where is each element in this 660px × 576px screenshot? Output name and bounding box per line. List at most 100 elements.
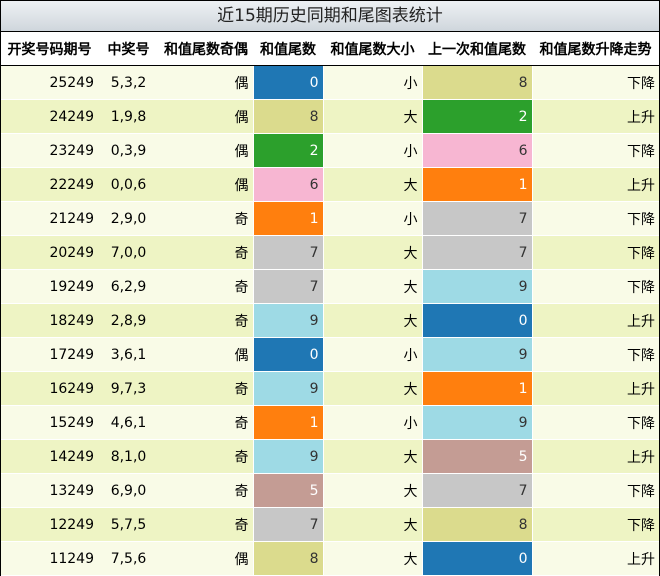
cell-numbers: 6,2,9 [98, 269, 159, 304]
table-row: 22249 0,0,6 偶 6 大 1 上升 [1, 167, 659, 202]
cell-prev-tail: 9 [421, 405, 533, 440]
header-parity: 和值尾数奇偶 [159, 32, 253, 66]
cell-prev-tail: 8 [421, 65, 533, 100]
cell-numbers: 7,0,0 [98, 235, 159, 270]
cell-trend: 上升 [532, 371, 659, 406]
cell-tail: 9 [252, 439, 324, 474]
cell-issue: 17249 [1, 337, 98, 372]
cell-numbers: 8,1,0 [98, 439, 159, 474]
cell-tail: 2 [252, 133, 324, 168]
cell-numbers: 2,9,0 [98, 201, 159, 236]
cell-tail: 9 [252, 303, 324, 338]
sum-tail-table: 开奖号码期号 中奖号 和值尾数奇偶 和值尾数 和值尾数大小 上一次和值尾数 和值… [1, 32, 659, 576]
cell-parity: 奇 [159, 405, 253, 440]
cell-tail: 5 [252, 473, 324, 508]
cell-prev-tail: 1 [421, 167, 533, 202]
cell-numbers: 3,6,1 [98, 337, 159, 372]
cell-issue: 24249 [1, 99, 98, 134]
table-row: 23249 0,3,9 偶 2 小 6 下降 [1, 133, 659, 168]
cell-parity: 奇 [159, 201, 253, 236]
cell-issue: 19249 [1, 269, 98, 304]
cell-prev-tail: 1 [421, 371, 533, 406]
cell-tail: 8 [252, 541, 324, 576]
table-row: 17249 3,6,1 偶 0 小 9 下降 [1, 337, 659, 372]
cell-tail: 9 [252, 371, 324, 406]
table-row: 11249 7,5,6 偶 8 大 0 上升 [1, 541, 659, 576]
header-row: 开奖号码期号 中奖号 和值尾数奇偶 和值尾数 和值尾数大小 上一次和值尾数 和值… [1, 32, 659, 66]
cell-parity: 奇 [159, 473, 253, 508]
cell-size: 大 [323, 371, 422, 406]
cell-issue: 15249 [1, 405, 98, 440]
cell-numbers: 2,8,9 [98, 303, 159, 338]
table-row: 19249 6,2,9 奇 7 大 9 下降 [1, 269, 659, 304]
cell-size: 小 [323, 201, 422, 236]
cell-trend: 下降 [532, 507, 659, 542]
table-row: 18249 2,8,9 奇 9 大 0 上升 [1, 303, 659, 338]
cell-tail: 7 [252, 269, 324, 304]
cell-trend: 上升 [532, 99, 659, 134]
header-prev-tail: 上一次和值尾数 [422, 32, 532, 66]
cell-prev-tail: 5 [421, 439, 533, 474]
cell-tail: 7 [252, 507, 324, 542]
cell-trend: 下降 [532, 65, 659, 100]
cell-numbers: 6,9,0 [98, 473, 159, 508]
cell-numbers: 0,3,9 [98, 133, 159, 168]
cell-tail: 8 [252, 99, 324, 134]
cell-trend: 下降 [532, 473, 659, 508]
cell-parity: 偶 [159, 133, 253, 168]
table-row: 13249 6,9,0 奇 5 大 7 下降 [1, 473, 659, 508]
cell-parity: 奇 [159, 371, 253, 406]
cell-prev-tail: 9 [421, 269, 533, 304]
cell-issue: 18249 [1, 303, 98, 338]
cell-size: 大 [323, 507, 422, 542]
stats-table-panel: 近15期历史同期和尾图表统计 开奖号码期号 中奖号 和值尾数奇偶 和值尾数 和值… [0, 0, 660, 576]
table-row: 12249 5,7,5 奇 7 大 8 下降 [1, 507, 659, 542]
cell-issue: 13249 [1, 473, 98, 508]
header-tail: 和值尾数 [253, 32, 323, 66]
cell-trend: 下降 [532, 235, 659, 270]
cell-issue: 25249 [1, 65, 98, 100]
cell-trend: 下降 [532, 201, 659, 236]
table-row: 14249 8,1,0 奇 9 大 5 上升 [1, 439, 659, 474]
cell-issue: 14249 [1, 439, 98, 474]
cell-numbers: 1,9,8 [98, 99, 159, 134]
cell-issue: 20249 [1, 235, 98, 270]
cell-trend: 下降 [532, 337, 659, 372]
table-row: 24249 1,9,8 偶 8 大 2 上升 [1, 99, 659, 134]
cell-parity: 偶 [159, 337, 253, 372]
cell-parity: 偶 [159, 541, 253, 576]
cell-tail: 1 [252, 405, 324, 440]
cell-prev-tail: 0 [421, 303, 533, 338]
cell-prev-tail: 0 [421, 541, 533, 576]
cell-size: 大 [323, 99, 422, 134]
table-body: 25249 5,3,2 偶 0 小 8 下降 24249 1,9,8 偶 8 大 2 上升 23249 0,3… [1, 65, 659, 576]
cell-size: 大 [323, 439, 422, 474]
cell-parity: 奇 [159, 303, 253, 338]
header-issue: 开奖号码期号 [1, 32, 98, 66]
cell-numbers: 0,0,6 [98, 167, 159, 202]
table-row: 20249 7,0,0 奇 7 大 7 下降 [1, 235, 659, 270]
cell-tail: 7 [252, 235, 324, 270]
cell-size: 小 [323, 337, 422, 372]
header-size: 和值尾数大小 [323, 32, 422, 66]
cell-tail: 6 [252, 167, 324, 202]
cell-prev-tail: 8 [421, 507, 533, 542]
cell-prev-tail: 7 [421, 473, 533, 508]
table-row: 25249 5,3,2 偶 0 小 8 下降 [1, 65, 659, 100]
header-numbers: 中奖号 [98, 32, 159, 66]
cell-parity: 奇 [159, 235, 253, 270]
cell-size: 大 [323, 235, 422, 270]
cell-parity: 偶 [159, 65, 253, 100]
table-row: 15249 4,6,1 奇 1 小 9 下降 [1, 405, 659, 440]
cell-numbers: 5,7,5 [98, 507, 159, 542]
cell-tail: 0 [252, 337, 324, 372]
cell-trend: 下降 [532, 405, 659, 440]
cell-tail: 0 [252, 65, 324, 100]
cell-parity: 奇 [159, 439, 253, 474]
cell-size: 大 [323, 541, 422, 576]
cell-issue: 22249 [1, 167, 98, 202]
table-row: 16249 9,7,3 奇 9 大 1 上升 [1, 371, 659, 406]
cell-numbers: 7,5,6 [98, 541, 159, 576]
header-trend: 和值尾数升降走势 [532, 32, 659, 66]
cell-size: 小 [323, 65, 422, 100]
